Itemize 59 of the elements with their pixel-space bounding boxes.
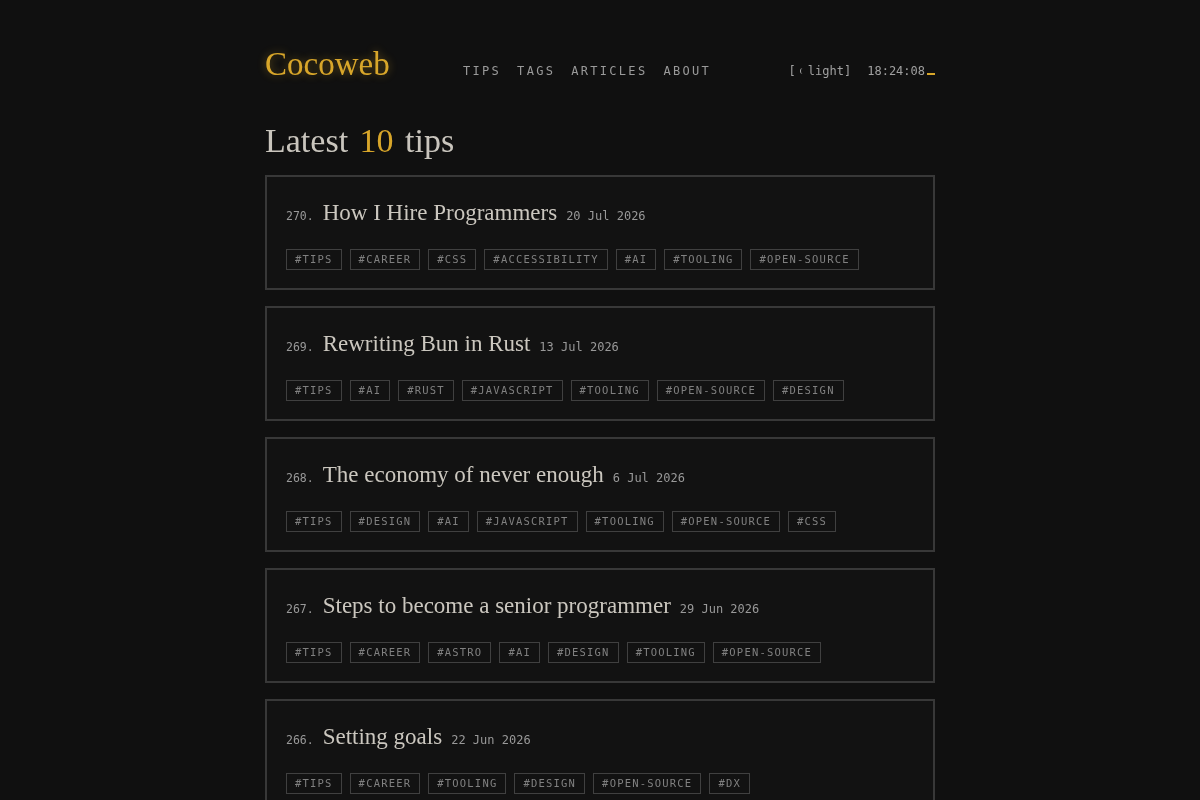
tag-link[interactable]: #OPEN-SOURCE (656, 380, 765, 401)
tip-number: 269. (286, 340, 314, 354)
tag-link[interactable]: #TOOLING (664, 249, 743, 270)
tip-date: 22 Jun 2026 (451, 733, 531, 747)
tag-link[interactable]: #AI (349, 380, 391, 401)
tip-number: 268. (286, 471, 314, 485)
tip-title-link[interactable]: Steps to become a senior programmer (322, 588, 671, 624)
nav-link[interactable]: ARTICLES (571, 64, 648, 78)
tag-link[interactable]: #CAREER (349, 642, 421, 663)
site-logo[interactable]: Cocoweb (265, 44, 390, 84)
tag-link[interactable]: #ASTRO (428, 642, 492, 663)
tip-number: 266. (286, 733, 314, 747)
tip-number: 267. (286, 602, 314, 616)
tip-date: 13 Jul 2026 (539, 340, 619, 354)
cursor-icon (927, 73, 935, 75)
tag-link[interactable]: #DESIGN (349, 511, 421, 532)
theme-toggle-button[interactable]: [ light] (788, 64, 852, 78)
tag-link[interactable]: #AI (428, 511, 469, 532)
tip-title-link[interactable]: Rewriting Bun in Rust (322, 326, 531, 362)
tag-link[interactable]: #TOOLING (626, 642, 705, 663)
tag-link[interactable]: #AI (615, 249, 657, 270)
tag-link[interactable]: #CSS (788, 511, 837, 532)
tag-link[interactable]: #CAREER (349, 249, 421, 270)
tag-link[interactable]: #DX (709, 773, 750, 794)
tag-link[interactable]: #TIPS (286, 642, 342, 663)
tag-link[interactable]: #OPEN-SOURCE (593, 773, 702, 794)
tag-link[interactable]: #TOOLING (428, 773, 507, 794)
tip-title-link[interactable]: Setting goals (322, 719, 443, 755)
tag-link[interactable]: #RUST (398, 380, 454, 401)
tip-date: 29 Jun 2026 (679, 602, 760, 616)
tag-link[interactable]: #AI (499, 642, 540, 663)
tag-link[interactable]: #OPEN-SOURCE (671, 511, 781, 532)
tip-number: 270. (286, 209, 314, 223)
tip-date: 6 Jul 2026 (612, 471, 685, 485)
tag-link[interactable]: #TIPS (286, 773, 342, 794)
tag-link[interactable]: #DESIGN (514, 773, 586, 794)
tip-title-link[interactable]: How I Hire Programmers (322, 195, 558, 231)
nav-link[interactable]: TIPS (463, 64, 502, 78)
tag-link[interactable]: #CAREER (349, 773, 421, 794)
tip-title-link[interactable]: The economy of never enough (322, 457, 604, 493)
tag-link[interactable]: #TOOLING (585, 511, 664, 532)
tip-date: 20 Jul 2026 (566, 209, 646, 223)
tag-link[interactable]: #TOOLING (570, 380, 649, 401)
moon-icon (798, 68, 803, 74)
nav-link[interactable]: ABOUT (663, 64, 712, 78)
tag-link[interactable]: #TIPS (286, 380, 342, 401)
nav-link[interactable]: TAGS (517, 64, 556, 78)
page-heading: Latest 10 tips (265, 121, 456, 161)
tag-link[interactable]: #OPEN-SOURCE (750, 249, 859, 270)
tag-link[interactable]: #CSS (428, 249, 477, 270)
tag-link[interactable]: #DESIGN (773, 380, 844, 401)
tag-link[interactable]: #ACCESSIBILITY (484, 249, 608, 270)
tag-link[interactable]: #JAVASCRIPT (461, 380, 563, 401)
tag-link[interactable]: #TIPS (286, 249, 342, 270)
tag-link[interactable]: #DESIGN (548, 642, 619, 663)
clock-time: 18:24:08 (867, 64, 925, 78)
tag-link[interactable]: #TIPS (286, 511, 342, 532)
tag-link[interactable]: #OPEN-SOURCE (712, 642, 822, 663)
tag-link[interactable]: #JAVASCRIPT (476, 511, 578, 532)
